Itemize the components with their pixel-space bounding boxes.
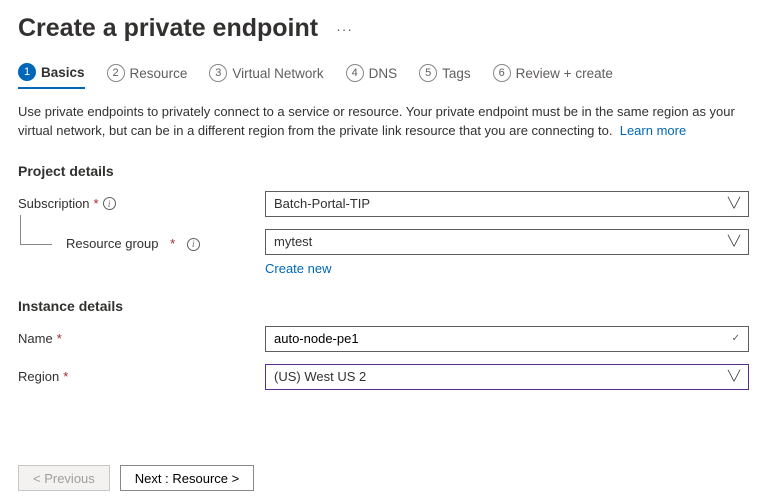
tab-dns[interactable]: 4 DNS <box>346 64 398 88</box>
tab-label: Resource <box>130 66 188 81</box>
subscription-select[interactable]: Batch-Portal-TIP ╲╱ <box>265 191 749 217</box>
resource-group-select[interactable]: mytest ╲╱ <box>265 229 749 255</box>
tab-label: Virtual Network <box>232 66 323 81</box>
name-input-inner[interactable] <box>274 331 732 346</box>
name-input[interactable]: ✓ <box>265 326 749 352</box>
learn-more-link[interactable]: Learn more <box>620 123 686 138</box>
tab-basics[interactable]: 1 Basics <box>18 63 85 89</box>
region-select[interactable]: (US) West US 2 ╲╱ <box>265 364 749 390</box>
tab-resource[interactable]: 2 Resource <box>107 64 188 88</box>
tab-label: Basics <box>41 65 85 80</box>
select-value: (US) West US 2 <box>274 369 366 384</box>
required-indicator: * <box>57 331 62 346</box>
label-resource-group: Resource group <box>66 236 159 251</box>
tab-tags[interactable]: 5 Tags <box>419 64 471 88</box>
more-icon[interactable]: ··· <box>336 21 353 37</box>
section-project-details: Project details <box>18 163 749 179</box>
required-indicator: * <box>63 369 68 384</box>
step-badge: 1 <box>18 63 36 81</box>
select-value: mytest <box>274 234 312 249</box>
next-button[interactable]: Next : Resource > <box>120 465 254 491</box>
tree-connector <box>20 215 52 245</box>
description-text: Use private endpoints to privately conne… <box>18 103 738 141</box>
check-icon: ✓ <box>732 333 740 344</box>
tab-virtual-network[interactable]: 3 Virtual Network <box>209 64 323 88</box>
required-indicator: * <box>170 236 175 251</box>
step-badge: 6 <box>493 64 511 82</box>
chevron-down-icon: ╲╱ <box>728 236 740 247</box>
info-icon[interactable]: i <box>103 197 116 210</box>
chevron-down-icon: ╲╱ <box>728 198 740 209</box>
select-value: Batch-Portal-TIP <box>274 196 370 211</box>
chevron-down-icon: ╲╱ <box>728 371 740 382</box>
tabs-bar: 1 Basics 2 Resource 3 Virtual Network 4 … <box>0 43 767 89</box>
tab-review-create[interactable]: 6 Review + create <box>493 64 613 88</box>
step-badge: 2 <box>107 64 125 82</box>
required-indicator: * <box>94 196 99 211</box>
step-badge: 3 <box>209 64 227 82</box>
tab-label: DNS <box>369 66 398 81</box>
label-name: Name <box>18 331 53 346</box>
tab-label: Tags <box>442 66 471 81</box>
label-subscription: Subscription <box>18 196 90 211</box>
step-badge: 4 <box>346 64 364 82</box>
section-instance-details: Instance details <box>18 298 749 314</box>
page-title: Create a private endpoint <box>18 14 318 43</box>
info-icon[interactable]: i <box>187 238 200 251</box>
label-region: Region <box>18 369 59 384</box>
previous-button: < Previous <box>18 465 110 491</box>
step-badge: 5 <box>419 64 437 82</box>
tab-label: Review + create <box>516 66 613 81</box>
create-new-link[interactable]: Create new <box>265 261 331 276</box>
